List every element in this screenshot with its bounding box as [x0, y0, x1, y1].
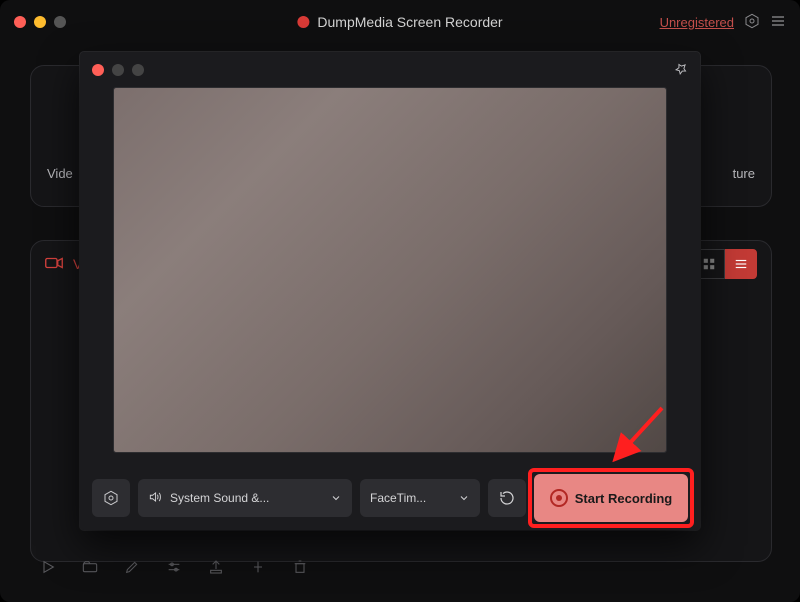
view-toggle: [693, 249, 757, 279]
start-recording-label: Start Recording: [575, 491, 673, 506]
camera-icon: [45, 256, 63, 273]
record-icon: [550, 489, 568, 507]
folder-icon[interactable]: [82, 559, 98, 578]
app-title-text: DumpMedia Screen Recorder: [317, 14, 502, 30]
mode-label-right: ture: [733, 166, 755, 181]
delete-icon[interactable]: [292, 559, 308, 578]
mode-label-left: Vide: [47, 166, 73, 181]
audio-source-dropdown[interactable]: System Sound &...: [138, 479, 352, 517]
overlay-settings-button[interactable]: [92, 479, 130, 517]
play-icon[interactable]: [40, 559, 56, 578]
camera-source-dropdown[interactable]: FaceTim...: [360, 479, 480, 517]
camera-preview: [114, 88, 666, 452]
app-title: DumpMedia Screen Recorder: [297, 14, 502, 30]
overlay-traffic-lights: [92, 64, 144, 76]
zoom-button[interactable]: [54, 16, 66, 28]
preview-wrap: [80, 88, 700, 452]
settings-icon[interactable]: [744, 13, 760, 32]
recorder-overlay: System Sound &... FaceTim...: [80, 52, 700, 530]
record-icon: [297, 16, 309, 28]
minimize-button[interactable]: [34, 16, 46, 28]
list-view-button[interactable]: [725, 249, 757, 279]
overlay-titlebar: [80, 52, 700, 88]
audio-source-label: System Sound &...: [170, 491, 269, 505]
chevron-down-icon: [458, 492, 470, 504]
chevron-down-icon: [330, 492, 342, 504]
adjust-icon[interactable]: [166, 559, 182, 578]
speaker-icon: [148, 490, 162, 507]
refresh-button[interactable]: [488, 479, 526, 517]
menu-icon[interactable]: [770, 13, 786, 32]
bottom-toolbar: [40, 559, 308, 578]
overlay-minimize-button[interactable]: [112, 64, 124, 76]
traffic-lights: [14, 16, 66, 28]
registration-link[interactable]: Unregistered: [660, 15, 734, 30]
camera-source-label: FaceTim...: [370, 491, 426, 505]
app-window: DumpMedia Screen Recorder Unregistered V…: [0, 0, 800, 602]
export-icon[interactable]: [208, 559, 224, 578]
pin-icon[interactable]: [674, 62, 688, 79]
titlebar: DumpMedia Screen Recorder Unregistered: [0, 0, 800, 44]
close-button[interactable]: [14, 16, 26, 28]
edit-icon[interactable]: [124, 559, 140, 578]
overlay-close-button[interactable]: [92, 64, 104, 76]
overlay-controls: System Sound &... FaceTim...: [80, 474, 700, 522]
rename-icon[interactable]: [250, 559, 266, 578]
overlay-zoom-button[interactable]: [132, 64, 144, 76]
start-recording-button[interactable]: Start Recording: [534, 474, 688, 522]
